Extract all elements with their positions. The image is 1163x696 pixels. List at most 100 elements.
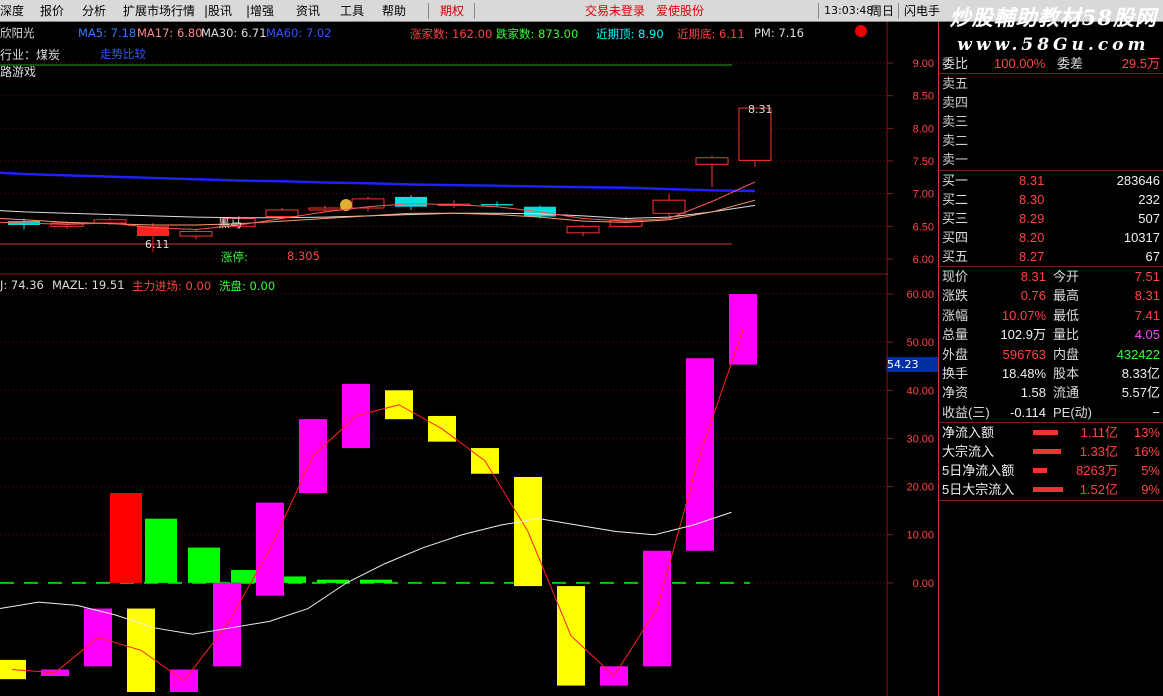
stat-label: 股本 [1053, 366, 1080, 381]
buy-label: 买四 [942, 230, 969, 245]
indicator-extra-bar [145, 518, 177, 583]
buy-row[interactable]: 买四 8.20 10317 [939, 228, 1163, 247]
stat-label: 收益(三) [942, 404, 990, 420]
price-tick-label: 6.50 [913, 221, 934, 233]
buy-row[interactable]: 买五 8.27 67 [939, 247, 1163, 266]
weibi-value: 100.00% [994, 56, 1046, 71]
indicator-extra-bar [110, 493, 142, 583]
indicator-marker: 54.23 [887, 357, 938, 372]
stat-value: 4.05 [1134, 327, 1160, 343]
flow-label: 5日大宗流入 [942, 482, 1015, 497]
stat-label: PE(动) [1053, 404, 1093, 420]
flow-percent: 16% [1133, 444, 1160, 459]
j-value: J: 74.36 [0, 278, 44, 292]
broker-name[interactable]: 爱使股份 [656, 0, 704, 22]
limit-up-count: 涨家数: 162.00 [410, 27, 493, 41]
flow-value: 1.11亿 [1080, 425, 1118, 440]
stat-value: 5.57亿 [1121, 385, 1160, 401]
menu-separator [428, 3, 429, 19]
menu-separator [818, 3, 819, 19]
stat-value: 7.51 [1134, 269, 1160, 284]
sell2-row[interactable]: 卖二 [939, 131, 1163, 150]
stat-value: 432422 [1116, 346, 1160, 362]
sell3-row[interactable]: 卖三 [939, 112, 1163, 131]
price-tick-label: 7.00 [913, 189, 934, 201]
flow-percent: 13% [1133, 425, 1160, 440]
menu-depth[interactable]: 深度 [0, 0, 24, 22]
recent-top: 近期顶: 8.90 [596, 27, 664, 41]
sell1-label: 卖一 [942, 152, 969, 167]
stat-label: 量比 [1053, 327, 1080, 343]
flow-bar [1033, 430, 1058, 435]
menu-help[interactable]: 帮助 [382, 0, 406, 22]
buy-row[interactable]: 买二 8.30 232 [939, 190, 1163, 209]
sell5-row[interactable]: 卖五 [939, 74, 1163, 93]
menu-enhance[interactable]: |增强 [246, 0, 274, 22]
candle-body [652, 199, 686, 214]
limit-down-count: 跌家数: 873.00 [496, 27, 579, 41]
sell5-label: 卖五 [942, 76, 969, 91]
buy-label: 买三 [942, 211, 969, 226]
buy-row[interactable]: 买一 8.31 283646 [939, 171, 1163, 190]
overlay-compare[interactable]: 走势比较 [100, 46, 146, 62]
stat-row: 外盘 596763 内盘 432422 [939, 345, 1163, 364]
menu-separator [474, 3, 475, 19]
sell1-row[interactable]: 卖一 [939, 150, 1163, 169]
buy-volume: 283646 [1116, 173, 1160, 188]
login-status[interactable]: 交易未登录 [585, 0, 645, 22]
flash-trade-tab[interactable]: 闪电手 [904, 0, 940, 22]
stat-value: 1.58 [1020, 385, 1046, 401]
buy-price: 8.29 [1019, 211, 1045, 226]
stat-label: 内盘 [1053, 346, 1080, 362]
buy-price: 8.20 [1019, 230, 1045, 245]
buy-row[interactable]: 买三 8.29 507 [939, 209, 1163, 228]
price-tick-label: 8.50 [913, 91, 934, 103]
buy-price: 8.27 [1019, 249, 1045, 264]
sell2-label: 卖二 [942, 133, 969, 148]
stat-label: 外盘 [942, 346, 969, 362]
limit-up-value: 8.305 [287, 249, 320, 263]
menu-analysis[interactable]: 分析 [82, 0, 106, 22]
weibi-row: 委比 100.00% 委差 29.5万 [939, 54, 1163, 73]
main-force-value: 主力进场: 0.00 [132, 279, 212, 293]
stat-value: 7.41 [1134, 307, 1160, 323]
stat-value: 18.48% [1001, 366, 1046, 381]
menu-quote[interactable]: 报价 [40, 0, 64, 22]
stat-label: 现价 [942, 269, 969, 284]
clock: 13:03:48 [824, 4, 874, 17]
stat-label: 净资 [942, 385, 969, 401]
candle-body [566, 225, 600, 234]
flow-bar [1033, 449, 1061, 454]
buy-volume: 10317 [1123, 230, 1160, 245]
pm-label: PM: 7.16 [754, 26, 804, 40]
indicator-tick-label: 20.00 [906, 482, 934, 494]
separator [939, 500, 1163, 501]
chart-area[interactable]: 9.00 8.50 8.00 7.50 7.00 6.50 6.00 60.00 50.00 40… [0, 22, 938, 696]
menu-extended-market[interactable]: 扩展市场行情 [123, 0, 195, 22]
menu-stock-news[interactable]: |股讯 [204, 0, 232, 22]
period-button[interactable]: 期权 [440, 0, 464, 22]
close-indicator-icon[interactable] [855, 25, 867, 37]
stat-label: 最高 [1053, 288, 1080, 304]
indicator-extra-bar [317, 579, 349, 583]
menu-info[interactable]: 资讯 [296, 0, 320, 22]
weicha-label: 委差 [1057, 56, 1084, 71]
buy-price: 8.31 [1019, 173, 1045, 188]
ma17-label: MA17: 6.80 [137, 26, 203, 40]
sell4-row[interactable]: 卖四 [939, 93, 1163, 112]
price-tick-label: 9.00 [913, 58, 934, 70]
weekday: 周日 [870, 4, 895, 18]
stat-row: 涨跌 0.76 最高 8.31 [939, 286, 1163, 305]
stat-row: 涨幅 10.07% 最低 7.41 [939, 306, 1163, 325]
stat-row: 总量 102.9万 量比 4.05 [939, 325, 1163, 344]
flow-label: 大宗流入 [942, 444, 995, 459]
indicator-tick-label: 40.00 [906, 385, 934, 397]
candle-body [308, 207, 342, 211]
weibi-label: 委比 [942, 56, 969, 71]
stat-label: 最低 [1053, 307, 1080, 323]
candle-body [695, 157, 729, 165]
candle-body [265, 209, 299, 217]
menu-tools[interactable]: 工具 [340, 0, 364, 22]
stat-label: 流通 [1053, 385, 1080, 401]
menu-separator [898, 3, 899, 19]
